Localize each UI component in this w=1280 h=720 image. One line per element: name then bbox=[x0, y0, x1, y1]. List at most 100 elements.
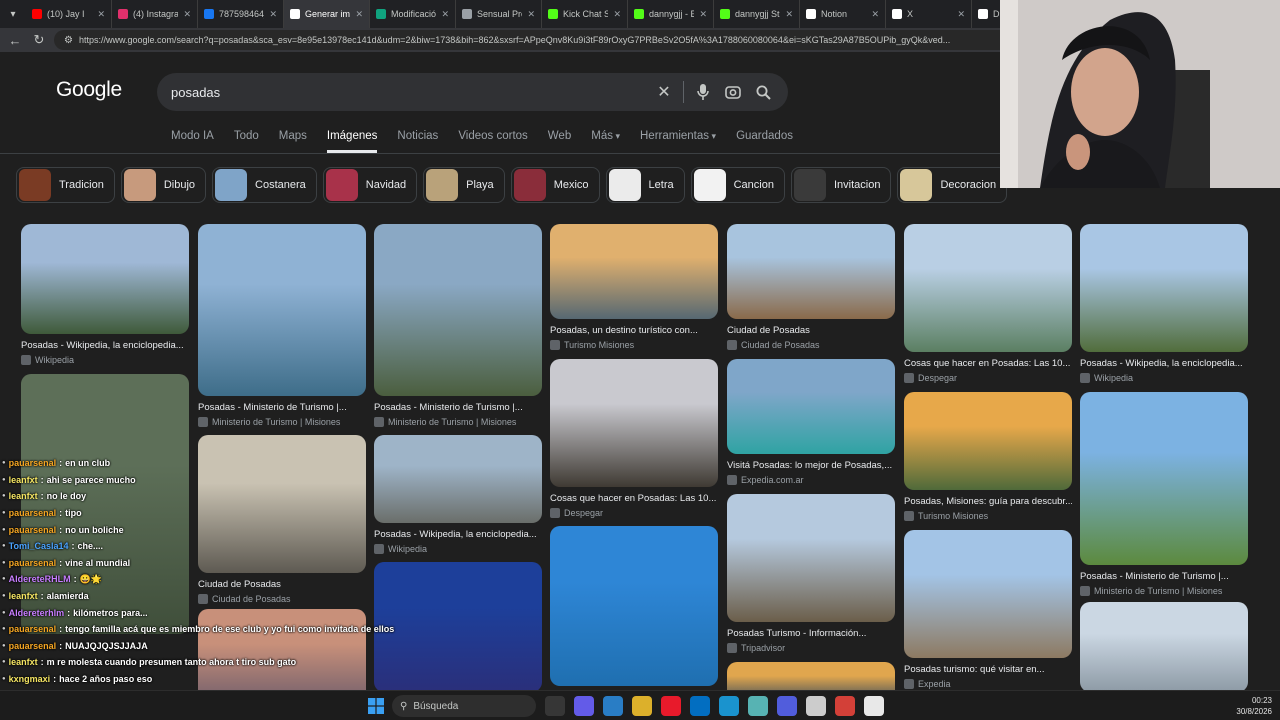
result-source[interactable]: Wikipedia bbox=[374, 544, 542, 554]
result-title[interactable]: Visitá Posadas: lo mejor de Posadas,... bbox=[727, 460, 895, 471]
image-result[interactable]: Posadas - Wikipedia, la enciclopedia... W… bbox=[1080, 224, 1248, 383]
result-title[interactable]: Posadas turismo: qué visitar en... bbox=[904, 664, 1072, 675]
close-tab-icon[interactable]: ✕ bbox=[957, 9, 965, 20]
result-title[interactable]: Posadas - Wikipedia, la enciclopedia... bbox=[374, 529, 542, 540]
result-thumbnail[interactable] bbox=[550, 224, 718, 319]
chat-username[interactable]: Aldereterhlm bbox=[9, 608, 65, 618]
close-tab-icon[interactable]: ✕ bbox=[699, 9, 707, 20]
result-thumbnail[interactable] bbox=[904, 530, 1072, 658]
result-title[interactable]: Cosas que hacer en Posadas: Las 10... bbox=[550, 493, 718, 504]
browser-tab[interactable]: dannygjj - En ✕ bbox=[628, 0, 714, 28]
image-result[interactable]: Posadas, Misiones: guía para descubr... T… bbox=[904, 392, 1072, 521]
discord-icon[interactable] bbox=[777, 696, 797, 716]
result-source[interactable]: Ministerio de Turismo | Misiones bbox=[1080, 586, 1248, 596]
result-source[interactable]: Wikipedia bbox=[21, 355, 189, 365]
result-source[interactable]: Ministerio de Turismo | Misiones bbox=[374, 417, 542, 427]
image-result[interactable]: Posadas - Wikipedia, la enciclopedia... W… bbox=[374, 435, 542, 554]
pen-icon[interactable] bbox=[574, 696, 594, 716]
chat-username[interactable]: leanfxt bbox=[9, 475, 38, 485]
result-source[interactable]: Expedia.com.ar bbox=[727, 475, 895, 485]
chat-username[interactable]: leanfxt bbox=[9, 591, 38, 601]
result-thumbnail[interactable] bbox=[550, 359, 718, 487]
close-tab-icon[interactable]: ✕ bbox=[97, 9, 105, 20]
result-thumbnail[interactable] bbox=[727, 662, 895, 690]
result-thumbnail[interactable] bbox=[550, 526, 718, 686]
chat-username[interactable]: pauarsenal bbox=[9, 641, 57, 651]
chat-username[interactable]: pauarsenal bbox=[9, 508, 57, 518]
result-source[interactable]: Wikipedia bbox=[1080, 373, 1248, 383]
result-source[interactable]: Expedia bbox=[904, 679, 1072, 689]
result-title[interactable]: Posadas - Ministerio de Turismo |... bbox=[198, 402, 366, 413]
close-tab-icon[interactable]: ✕ bbox=[269, 9, 277, 20]
chat-username[interactable]: pauarsenal bbox=[9, 525, 57, 535]
close-tab-icon[interactable]: ✕ bbox=[613, 9, 621, 20]
image-result[interactable]: Posadas - Ministerio de Turismo |... Mini… bbox=[374, 224, 542, 427]
taskbar-search[interactable]: ⚲ Búsqueda bbox=[392, 695, 536, 717]
system-clock[interactable]: 00:23 30/8/2026 bbox=[1236, 695, 1272, 717]
image-result[interactable]: Ciudad de Posadas Ciudad de Posadas bbox=[727, 224, 895, 350]
result-thumbnail[interactable] bbox=[904, 392, 1072, 490]
copilot-icon[interactable] bbox=[603, 696, 623, 716]
app-icon[interactable] bbox=[748, 696, 768, 716]
result-source[interactable]: Ministerio de Turismo | Misiones bbox=[198, 417, 366, 427]
image-result[interactable]: Posadas Turismo - Información... Tripadvi… bbox=[727, 494, 895, 653]
image-result[interactable]: Cosas que hacer en Posadas: Las 10... Des… bbox=[904, 224, 1072, 383]
image-result[interactable]: Posadas, un destino turístico con... Turi… bbox=[550, 224, 718, 350]
close-tab-icon[interactable]: ✕ bbox=[183, 9, 191, 20]
result-thumbnail[interactable] bbox=[1080, 224, 1248, 352]
result-thumbnail[interactable] bbox=[727, 494, 895, 622]
image-result[interactable]: Cosas que hacer en Posadas: Las 10... Des… bbox=[550, 359, 718, 518]
chat-username[interactable]: leanfxt bbox=[9, 657, 38, 667]
chat-username[interactable]: pauarsenal bbox=[9, 458, 57, 468]
result-title[interactable]: Ciudad de Posadas bbox=[727, 325, 895, 336]
result-thumbnail[interactable] bbox=[374, 224, 542, 396]
browser-tab[interactable]: Generar imag ✕ bbox=[284, 0, 370, 28]
result-thumbnail[interactable] bbox=[1080, 392, 1248, 565]
chat-username[interactable]: pauarsenal bbox=[9, 558, 57, 568]
windows-start-icon[interactable] bbox=[366, 696, 386, 716]
site-info-icon[interactable]: ⚙ bbox=[64, 35, 73, 46]
browser-tab[interactable]: dannygjj Stre ✕ bbox=[714, 0, 800, 28]
result-thumbnail[interactable] bbox=[374, 435, 542, 523]
close-tab-icon[interactable]: ✕ bbox=[355, 9, 363, 20]
result-thumbnail[interactable] bbox=[374, 562, 542, 690]
chat-username[interactable]: AldereteRHLM bbox=[9, 574, 71, 584]
browser-tab[interactable]: (4) Instagram ✕ bbox=[112, 0, 198, 28]
result-thumbnail[interactable] bbox=[1080, 602, 1248, 690]
image-result[interactable]: Posadas turismo: qué visitar en... Expedi… bbox=[904, 530, 1072, 689]
result-source[interactable]: Tripadvisor bbox=[727, 643, 895, 653]
result-thumbnail[interactable] bbox=[21, 224, 189, 334]
browser-tab[interactable]: Modificación ✕ bbox=[370, 0, 456, 28]
image-result[interactable]: Visitá Posadas: lo mejor de Posadas,... E… bbox=[727, 359, 895, 485]
tab-search-icon[interactable]: ▾ bbox=[0, 0, 26, 28]
browser-tab[interactable]: X ✕ bbox=[886, 0, 972, 28]
close-tab-icon[interactable]: ✕ bbox=[527, 9, 535, 20]
result-title[interactable]: Cosas que hacer en Posadas: Las 10... bbox=[904, 358, 1072, 369]
close-tab-icon[interactable]: ✕ bbox=[785, 9, 793, 20]
image-result[interactable]: Posadas - Wikipedia, la enciclopedia... W… bbox=[21, 224, 189, 365]
browser-tab[interactable]: 787598464_ ✕ bbox=[198, 0, 284, 28]
browser-tab[interactable]: Notion ✕ bbox=[800, 0, 886, 28]
notion-icon[interactable] bbox=[864, 696, 884, 716]
result-title[interactable]: Posadas - Wikipedia, la enciclopedia... bbox=[1080, 358, 1248, 369]
close-tab-icon[interactable]: ✕ bbox=[871, 9, 879, 20]
result-thumbnail[interactable] bbox=[198, 224, 366, 396]
result-title[interactable]: Posadas Turismo - Información... bbox=[727, 628, 895, 639]
image-result[interactable] bbox=[1080, 602, 1248, 690]
result-source[interactable]: Despegar bbox=[904, 373, 1072, 383]
result-source[interactable]: Ciudad de Posadas bbox=[727, 340, 895, 350]
result-title[interactable]: Posadas - Wikipedia, la enciclopedia... bbox=[21, 340, 189, 351]
result-source[interactable]: Turismo Misiones bbox=[904, 511, 1072, 521]
result-thumbnail[interactable] bbox=[727, 359, 895, 454]
result-title[interactable]: Posadas - Ministerio de Turismo |... bbox=[1080, 571, 1248, 582]
back-icon[interactable]: ← bbox=[6, 31, 24, 49]
result-title[interactable]: Posadas, un destino turístico con... bbox=[550, 325, 718, 336]
close-tab-icon[interactable]: ✕ bbox=[441, 9, 449, 20]
result-source[interactable]: Despegar bbox=[550, 508, 718, 518]
chat-username[interactable]: pauarsenal bbox=[9, 624, 57, 634]
image-result[interactable] bbox=[550, 526, 718, 686]
result-source[interactable]: Turismo Misiones bbox=[550, 340, 718, 350]
result-title[interactable]: Posadas, Misiones: guía para descubr... bbox=[904, 496, 1072, 507]
image-result[interactable]: Posadas - Ministerio de Turismo |... Mini… bbox=[1080, 392, 1248, 596]
chrome-icon[interactable] bbox=[835, 696, 855, 716]
